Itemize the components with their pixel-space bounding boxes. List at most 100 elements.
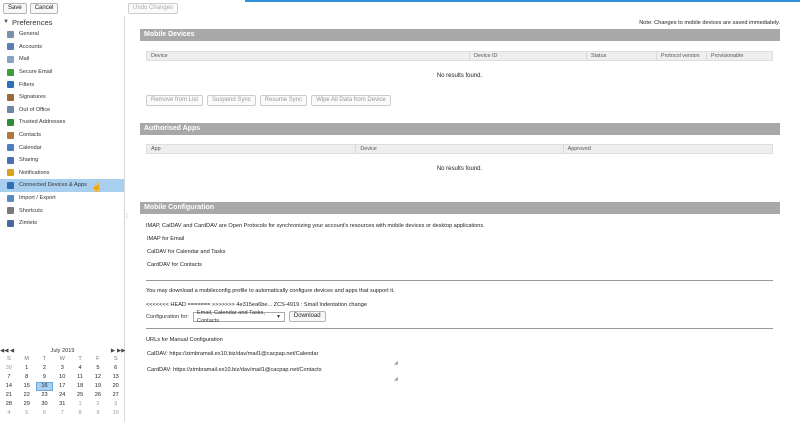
sidebar-item[interactable]: Shortcuts — [0, 204, 124, 217]
calendar-day[interactable]: 9 — [36, 373, 54, 382]
sidebar-item[interactable]: Zimlets — [0, 217, 124, 230]
gear-icon — [7, 30, 14, 38]
calendar-day[interactable]: 10 — [53, 373, 71, 382]
sidebar-item[interactable]: Contacts — [0, 129, 124, 142]
sidebar-item[interactable]: Sharing — [0, 154, 124, 167]
configuration-for-label: Configuration for: — [146, 313, 189, 320]
calendar-day[interactable]: 8 — [71, 409, 89, 418]
column-status[interactable]: Status — [587, 52, 657, 60]
cancel-button[interactable]: Cancel — [29, 3, 59, 14]
calendar-day[interactable]: 15 — [18, 382, 36, 391]
sidebar-item[interactable]: Calendar — [0, 141, 124, 154]
calendar-day[interactable]: 21 — [0, 391, 18, 400]
calendar-day[interactable]: 14 — [0, 382, 18, 391]
sidebar-item[interactable]: Accounts — [0, 41, 124, 54]
calendar-day[interactable]: 10 — [107, 409, 125, 418]
sidebar-item[interactable]: Out of Office — [0, 104, 124, 117]
calendar-day[interactable]: 6 — [36, 409, 54, 418]
column-approved[interactable]: Approved — [564, 145, 772, 153]
calendar-day[interactable]: 23 — [36, 391, 54, 400]
calendar-day[interactable]: 11 — [71, 373, 89, 382]
calendar-day[interactable]: 18 — [71, 382, 89, 391]
next-month-icon[interactable]: ▶ — [109, 348, 117, 354]
calendar-day[interactable]: 2 — [36, 364, 54, 373]
calendar-day[interactable]: 19 — [89, 382, 107, 391]
secure-email-icon — [7, 68, 14, 76]
sidebar-item[interactable]: Connected Devices & Apps ☝ — [0, 179, 124, 192]
calendar-day[interactable]: 24 — [53, 391, 71, 400]
sidebar-item-label: Mail — [19, 56, 30, 63]
resize-grip-icon[interactable]: ◢ — [394, 376, 398, 382]
calendar-day[interactable]: 30 — [36, 400, 54, 409]
prev-year-icon[interactable]: ◀◀ — [0, 348, 9, 354]
calendar-day[interactable]: 5 — [89, 364, 107, 373]
column-protocol-version[interactable]: Protocol version — [657, 52, 707, 60]
calendar-day[interactable]: 16 — [35, 382, 54, 391]
calendar-day[interactable]: 22 — [18, 391, 36, 400]
calendar-day[interactable]: 1 — [18, 364, 36, 373]
day-name: S — [7, 356, 11, 362]
next-year-icon[interactable]: ▶▶ — [117, 348, 126, 354]
sidebar-item[interactable]: Filters — [0, 78, 124, 91]
day-name: T — [78, 356, 82, 362]
resize-grip-icon[interactable]: ◢ — [394, 360, 398, 366]
calendar-day[interactable]: 4 — [0, 409, 18, 418]
sidebar-item-label: Filters — [19, 81, 35, 88]
calendar-day[interactable]: 8 — [18, 373, 36, 382]
calendar-day[interactable]: 25 — [71, 391, 89, 400]
preferences-header[interactable]: ▼ Preferences — [0, 16, 124, 28]
sidebar-item[interactable]: Notifications — [0, 167, 124, 180]
undo-changes-button[interactable]: Undo Changes — [128, 3, 179, 14]
calendar-day[interactable]: 5 — [18, 409, 36, 418]
sidebar-item[interactable]: General — [0, 28, 124, 41]
calendar-day[interactable]: 6 — [107, 364, 125, 373]
sidebar-item[interactable]: Mail — [0, 53, 124, 66]
column-app[interactable]: App — [147, 145, 357, 153]
chevron-down-icon: ▼ — [275, 313, 281, 320]
collapse-triangle-icon[interactable]: ▼ — [3, 19, 9, 25]
calendar-day[interactable]: 26 — [89, 391, 107, 400]
sidebar-item[interactable]: Trusted Addresses — [0, 116, 124, 129]
sash-handle-icon[interactable]: ⁞ — [126, 214, 128, 220]
calendar-day[interactable]: 2 — [89, 400, 107, 409]
top-accent-line — [245, 0, 800, 2]
suspend-sync-button[interactable]: Suspend Sync — [207, 95, 256, 106]
calendar-day[interactable]: 1 — [71, 400, 89, 409]
column-device-id[interactable]: Device ID — [470, 52, 587, 60]
sidebar-item-label: Connected Devices & Apps — [19, 182, 87, 189]
calendar-day[interactable]: 3 — [107, 400, 125, 409]
devices-icon — [7, 181, 14, 189]
device-actions: Remove from List Suspend Sync Resume Syn… — [146, 95, 391, 106]
column-device[interactable]: Device — [356, 145, 564, 153]
calendar-day[interactable]: 13 — [107, 373, 125, 382]
save-button[interactable]: Save — [3, 3, 27, 14]
sidebar-item[interactable]: Signatures — [0, 91, 124, 104]
column-provisionable[interactable]: Provisionable — [707, 52, 772, 60]
calendar-day[interactable]: 20 — [107, 382, 125, 391]
configuration-select-value: Email, Calendar and Tasks, Contacts — [196, 309, 265, 324]
calendar-day[interactable]: 3 — [53, 364, 71, 373]
configuration-select[interactable]: Email, Calendar and Tasks, Contacts ▼ — [192, 309, 285, 324]
sidebar-item[interactable]: Import / Export — [0, 192, 124, 205]
remove-from-list-button[interactable]: Remove from List — [146, 95, 204, 106]
prev-month-icon[interactable]: ◀ — [8, 348, 16, 354]
download-button[interactable]: Download — [288, 311, 326, 322]
wipe-all-data-button[interactable]: Wipe All Data from Device — [311, 95, 391, 106]
calendar-day[interactable]: 31 — [53, 400, 71, 409]
resume-sync-button[interactable]: Resume Sync — [259, 95, 308, 106]
calendar-day[interactable]: 4 — [71, 364, 89, 373]
calendar-day[interactable]: 28 — [0, 400, 18, 409]
column-device[interactable]: Device — [147, 52, 470, 60]
calendar-day[interactable]: 9 — [89, 409, 107, 418]
mobile-configuration-header: Mobile Configuration — [140, 202, 780, 214]
sidebar-item[interactable]: Secure Email — [0, 66, 124, 79]
calendar-day[interactable]: 27 — [107, 391, 125, 400]
calendar-day[interactable]: 30 — [0, 364, 18, 373]
filter-icon — [7, 81, 14, 89]
calendar-day[interactable]: 7 — [0, 373, 18, 382]
calendar-day[interactable]: 7 — [53, 409, 71, 418]
calendar-day[interactable]: 12 — [89, 373, 107, 382]
calendar-day[interactable]: 29 — [18, 400, 36, 409]
authorised-apps-empty: No results found. — [436, 166, 483, 172]
calendar-day[interactable]: 17 — [53, 382, 71, 391]
